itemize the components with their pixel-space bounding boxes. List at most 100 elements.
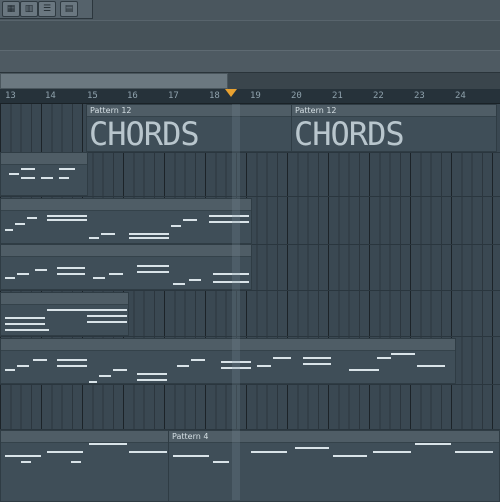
pattern-clip[interactable]: Pattern 12 CHORDS [86, 104, 292, 152]
note [303, 357, 331, 359]
note [137, 379, 167, 381]
note [57, 365, 87, 367]
panel-strip-lower [0, 50, 500, 73]
note [257, 365, 271, 367]
note [213, 273, 249, 275]
list-icon: ☰ [42, 4, 52, 14]
note [17, 273, 29, 275]
graph-icon: ▤ [64, 4, 74, 14]
pattern-clip[interactable] [0, 244, 252, 290]
pattern-clip[interactable] [0, 198, 252, 244]
note [71, 461, 81, 463]
note [5, 277, 15, 279]
song-position-marker-icon[interactable] [225, 89, 237, 97]
note [87, 315, 127, 317]
note [87, 309, 127, 311]
note [333, 455, 367, 457]
clip-header [1, 339, 455, 351]
timeline-ruler[interactable]: 13 14 15 16 17 18 19 20 21 22 23 24 [0, 89, 500, 104]
note [57, 359, 87, 361]
note [349, 369, 379, 371]
note [129, 237, 169, 239]
note [177, 365, 189, 367]
note [21, 177, 35, 179]
scrollbar-thumb[interactable] [0, 73, 228, 89]
note [303, 363, 331, 365]
note [209, 221, 249, 223]
note [5, 229, 13, 231]
pattern-button[interactable]: ▦ [2, 1, 20, 17]
note [87, 321, 127, 323]
clip-header [1, 293, 128, 305]
note [5, 369, 15, 371]
track-separator [0, 290, 500, 291]
note [373, 451, 411, 453]
note [47, 219, 87, 221]
list-button[interactable]: ☰ [38, 1, 56, 17]
note [273, 357, 291, 359]
note [21, 168, 35, 170]
note [93, 277, 105, 279]
note [295, 447, 329, 449]
graph-button[interactable]: ▤ [60, 1, 78, 17]
clip-header [1, 199, 251, 211]
ruler-bar-number: 19 [250, 91, 261, 101]
note [59, 168, 75, 170]
note [57, 273, 85, 275]
note [415, 443, 451, 445]
note [33, 359, 47, 361]
note [129, 451, 167, 453]
note [113, 369, 127, 371]
pattern-clip[interactable] [0, 152, 88, 196]
note [27, 217, 37, 219]
clip-header [1, 245, 251, 257]
note [251, 451, 287, 453]
clip-header [1, 431, 169, 443]
playhead-line [232, 104, 240, 500]
note [47, 451, 83, 453]
track-separator [0, 196, 500, 197]
ruler-bar-number: 13 [5, 91, 16, 101]
note [5, 329, 49, 331]
note [59, 177, 69, 179]
note [137, 373, 167, 375]
note [377, 357, 391, 359]
pattern-clip[interactable] [0, 430, 170, 502]
pattern-clip[interactable]: Pattern 4 [168, 430, 500, 502]
pattern-clip[interactable] [0, 338, 456, 384]
note [173, 455, 209, 457]
note [89, 237, 99, 239]
ruler-bar-number: 18 [209, 91, 220, 101]
ruler-bar-number: 15 [87, 91, 98, 101]
note [89, 381, 97, 383]
note [213, 461, 229, 463]
note [137, 265, 169, 267]
note [57, 267, 85, 269]
ruler-bar-number: 23 [414, 91, 425, 101]
playlist-grid[interactable]: Pattern 12 CHORDS Pattern 12 CHORDS Patt… [0, 104, 500, 502]
clip-label: Pattern 4 [169, 431, 499, 443]
ruler-bar-number: 21 [332, 91, 343, 101]
toolbar-button-group: ▦ ▥ ☰ ▤ [0, 0, 93, 19]
pattern-clip[interactable] [0, 292, 129, 336]
note [391, 353, 415, 355]
mixer-button[interactable]: ▥ [20, 1, 38, 17]
note [21, 461, 31, 463]
panel-strip [0, 20, 500, 51]
note [41, 177, 53, 179]
pattern-clip[interactable]: Pattern 12 CHORDS [291, 104, 497, 152]
ruler-bar-number: 22 [373, 91, 384, 101]
note [9, 173, 19, 175]
clip-title-text: CHORDS [294, 115, 405, 152]
note [47, 309, 87, 311]
note [99, 375, 111, 377]
note [17, 365, 29, 367]
note [5, 455, 41, 457]
note [15, 223, 25, 225]
note [35, 269, 47, 271]
note [417, 365, 445, 367]
clip-title-text: CHORDS [89, 115, 200, 152]
note [173, 283, 185, 285]
note [213, 281, 249, 283]
note [101, 233, 115, 235]
